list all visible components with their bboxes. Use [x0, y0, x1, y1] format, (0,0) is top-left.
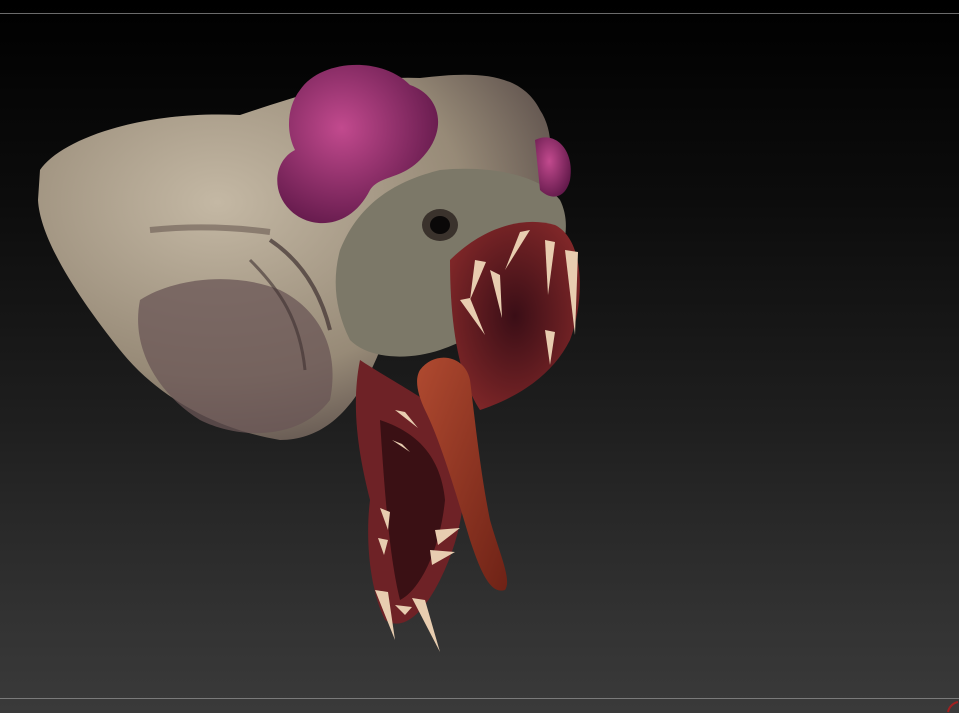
crest-side — [535, 137, 571, 197]
tooth-15 — [412, 598, 440, 652]
creature-head-model[interactable] — [0, 0, 959, 713]
corner-indicator-icon — [947, 701, 959, 713]
eye — [430, 216, 450, 234]
3d-viewport[interactable] — [0, 0, 959, 713]
viewport-bottom-border — [0, 698, 959, 699]
